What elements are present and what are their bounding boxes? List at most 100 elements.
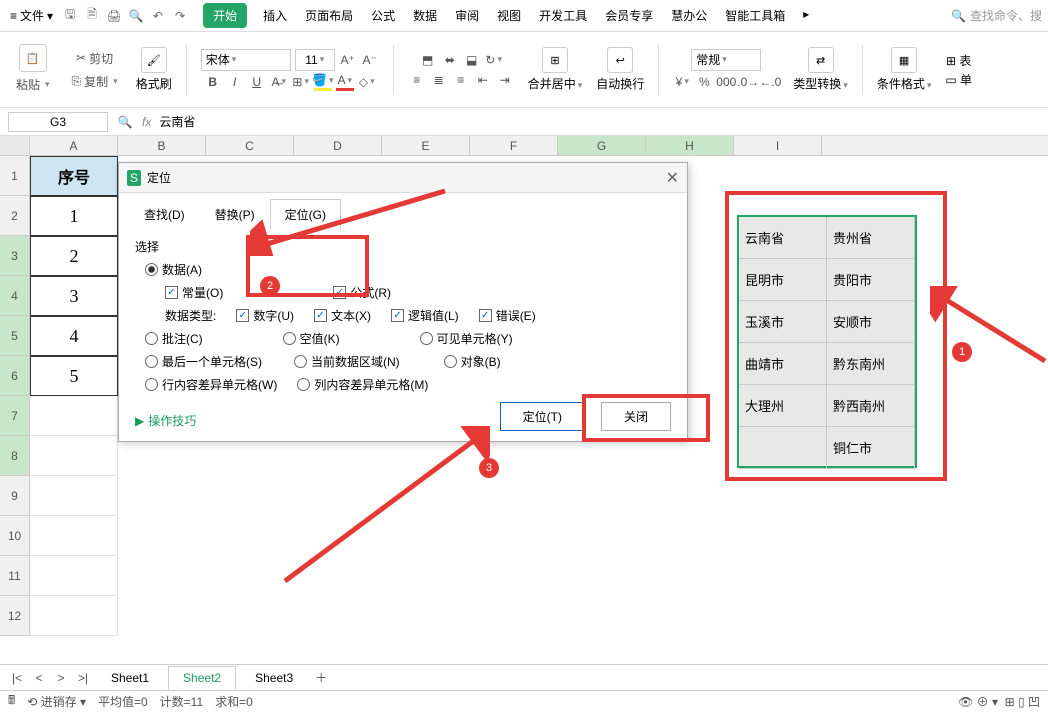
clear-fmt-button[interactable]: ◇ <box>358 73 376 91</box>
row-1[interactable]: 1 <box>0 156 30 196</box>
chk-number[interactable]: 数字(U) <box>236 307 294 324</box>
copy-button[interactable]: ⎘ 复制 <box>68 71 122 92</box>
cell-H7[interactable]: 黔西南州 <box>827 385 915 427</box>
col-I[interactable]: I <box>734 136 822 155</box>
chk-logic[interactable]: 逻辑值(L) <box>391 307 459 324</box>
table-btn[interactable]: ⊞ 表 ▭ 单 <box>941 52 976 88</box>
row-3[interactable]: 3 <box>0 236 30 276</box>
tab-find[interactable]: 查找(D) <box>129 199 200 230</box>
select-all-corner[interactable] <box>0 136 30 155</box>
chk-formula[interactable]: 公式(R) <box>333 284 391 301</box>
col-A[interactable]: A <box>30 136 118 155</box>
save-icon[interactable]: 🖫 <box>61 7 79 25</box>
chk-error[interactable]: 错误(E) <box>479 307 536 324</box>
dec-inc-icon[interactable]: .0→ <box>739 73 757 91</box>
radio-comment[interactable]: 批注(C) <box>145 330 203 347</box>
close-icon[interactable]: ✕ <box>666 168 679 188</box>
empty-cell[interactable] <box>30 436 118 476</box>
formula-bar[interactable]: 云南省 <box>159 113 195 130</box>
radio-last[interactable]: 最后一个单元格(S) <box>145 353 262 370</box>
col-D[interactable]: D <box>294 136 382 155</box>
radio-visible[interactable]: 可见单元格(Y) <box>420 330 513 347</box>
radio-region[interactable]: 当前数据区域(N) <box>294 353 400 370</box>
radio-rowdiff[interactable]: 行内容差异单元格(W) <box>145 376 277 393</box>
first-sheet-icon[interactable]: |< <box>8 669 26 687</box>
shrink-font-icon[interactable]: A⁻ <box>361 51 379 69</box>
row-11[interactable]: 11 <box>0 556 30 596</box>
tab-view[interactable]: 视图 <box>495 3 523 28</box>
font-color-button[interactable]: A <box>336 73 354 91</box>
comma-icon[interactable]: 000 <box>717 73 735 91</box>
print-icon[interactable]: 🖨 <box>105 7 123 25</box>
cut-button[interactable]: ✂ 剪切 <box>72 48 117 69</box>
last-sheet-icon[interactable]: >| <box>74 669 92 687</box>
tab-office[interactable]: 慧办公 <box>669 3 709 28</box>
empty-cell[interactable] <box>30 556 118 596</box>
indent-dec-icon[interactable]: ⇤ <box>474 71 492 89</box>
align-center-icon[interactable]: ≣ <box>430 71 448 89</box>
radio-data[interactable]: 数据(A) <box>145 261 202 278</box>
tab-insert[interactable]: 插入 <box>261 3 289 28</box>
tab-start[interactable]: 开始 <box>203 3 247 28</box>
cell-H3[interactable]: 贵州省 <box>827 217 915 259</box>
cell-H6[interactable]: 黔东南州 <box>827 343 915 385</box>
cell-H5[interactable]: 安顺市 <box>827 301 915 343</box>
tab-vip[interactable]: 会员专享 <box>603 3 655 28</box>
wrap-btn[interactable]: ↩ 自动换行 <box>592 47 648 92</box>
row-6[interactable]: 6 <box>0 356 30 396</box>
chk-const[interactable]: 常量(O) <box>165 284 223 301</box>
goto-button[interactable]: 定位(T) <box>500 402 585 431</box>
file-menu[interactable]: ≡ 文件 ▾ <box>6 5 57 26</box>
empty-cell[interactable] <box>30 596 118 636</box>
bold-button[interactable]: B <box>204 73 222 91</box>
sheet1-tab[interactable]: Sheet1 <box>96 666 164 690</box>
tab-more[interactable]: ▸ <box>801 3 811 28</box>
prev-sheet-icon[interactable]: < <box>30 669 48 687</box>
view-icons[interactable]: 👁 ⊕ ▾ ⊞ ▯ 凹 <box>958 693 1040 710</box>
search-commands[interactable]: 🔍 查找命令、搜 <box>951 7 1042 24</box>
percent-icon[interactable]: % <box>695 73 713 91</box>
tab-smart[interactable]: 智能工具箱 <box>723 3 787 28</box>
undo-icon[interactable]: ↶ <box>149 7 167 25</box>
numfmt-select[interactable]: 常规 <box>691 49 761 71</box>
currency-icon[interactable]: ¥ <box>673 73 691 91</box>
radio-object[interactable]: 对象(B) <box>444 353 501 370</box>
selected-range[interactable]: 云南省贵州省 昆明市贵阳市 玉溪市安顺市 曲靖市黔东南州 大理州黔西南州 铜仁市 <box>737 215 917 468</box>
preview-icon[interactable]: 🔍 <box>127 7 145 25</box>
tab-dev[interactable]: 开发工具 <box>537 3 589 28</box>
next-sheet-icon[interactable]: > <box>52 669 70 687</box>
zoom-out-icon[interactable]: 🔍 <box>116 113 134 131</box>
empty-cell[interactable] <box>30 476 118 516</box>
empty-cell[interactable] <box>30 516 118 556</box>
tab-layout[interactable]: 页面布局 <box>303 3 355 28</box>
italic-button[interactable]: I <box>226 73 244 91</box>
data-cell[interactable]: 4 <box>30 316 118 356</box>
cell-G3[interactable]: 云南省 <box>739 217 827 259</box>
condfmt-btn[interactable]: ▦ 条件格式 <box>873 47 936 92</box>
close-button[interactable]: 关闭 <box>601 402 671 431</box>
col-H[interactable]: H <box>646 136 734 155</box>
tab-review[interactable]: 审阅 <box>453 3 481 28</box>
merge-btn[interactable]: ⊞ 合并居中 <box>524 47 587 92</box>
data-cell[interactable]: 3 <box>30 276 118 316</box>
col-B[interactable]: B <box>118 136 206 155</box>
row-4[interactable]: 4 <box>0 276 30 316</box>
fmt-painter[interactable]: 🖌 格式刷 <box>132 47 176 92</box>
col-E[interactable]: E <box>382 136 470 155</box>
tips-link[interactable]: ▶ 操作技巧 <box>135 412 196 429</box>
font-select[interactable]: 宋体 <box>201 49 291 71</box>
paste-button[interactable]: 粘贴 <box>12 74 54 95</box>
cell-G5[interactable]: 玉溪市 <box>739 301 827 343</box>
underline-button[interactable]: U <box>248 73 266 91</box>
cell-H4[interactable]: 贵阳市 <box>827 259 915 301</box>
sheet2-tab[interactable]: Sheet2 <box>168 666 236 690</box>
row-2[interactable]: 2 <box>0 196 30 236</box>
cell-H8[interactable]: 铜仁市 <box>827 427 915 469</box>
data-cell[interactable]: 5 <box>30 356 118 396</box>
size-select[interactable]: 11 <box>295 49 335 71</box>
sheet3-tab[interactable]: Sheet3 <box>240 666 308 690</box>
cell-reference[interactable]: G3 <box>8 112 108 132</box>
tab-data[interactable]: 数据 <box>411 3 439 28</box>
col-C[interactable]: C <box>206 136 294 155</box>
row-5[interactable]: 5 <box>0 316 30 356</box>
